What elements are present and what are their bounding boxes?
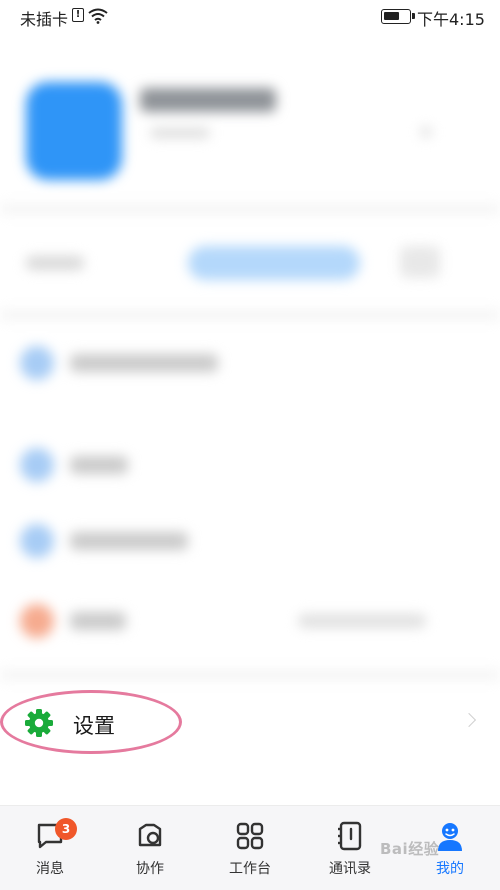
wifi-icon	[88, 8, 108, 24]
sim-alert-icon: !	[72, 8, 84, 22]
menu-item-icon	[20, 346, 54, 380]
carrier-text: 未插卡	[20, 10, 69, 29]
grid-icon	[236, 822, 264, 850]
blurred-profile-content	[0, 34, 500, 684]
user-subtitle-obscured	[150, 128, 210, 138]
tab-label: 工作台	[229, 861, 271, 877]
watermark: Bai经验	[380, 840, 440, 858]
status-pill-obscured[interactable]	[188, 246, 360, 280]
tab-workbench[interactable]: 工作台	[200, 806, 300, 890]
tab-label: 我的	[436, 861, 464, 877]
tab-label: 通讯录	[329, 861, 371, 877]
tab-label: 协作	[136, 861, 164, 877]
menu-item-label-obscured[interactable]	[70, 456, 128, 474]
user-name-obscured	[140, 88, 276, 112]
status-row-action-obscured[interactable]	[400, 246, 440, 278]
clock-text: 下午4:15	[417, 10, 485, 29]
menu-item-label-obscured[interactable]	[70, 532, 188, 550]
highlight-annotation	[0, 690, 182, 754]
chevron-right-icon	[461, 712, 477, 728]
menu-item-icon	[20, 524, 54, 558]
menu-item-value-obscured	[298, 614, 426, 628]
menu-item-label-obscured[interactable]	[70, 612, 126, 630]
tab-collaboration[interactable]: 协作	[100, 806, 200, 890]
contacts-book-icon	[338, 821, 362, 851]
section-divider	[0, 670, 500, 680]
tab-label: 消息	[36, 861, 64, 877]
battery-icon	[381, 9, 415, 24]
status-row-label-obscured	[26, 256, 84, 270]
collaboration-icon	[138, 823, 162, 847]
tab-messages[interactable]: 3 消息	[0, 806, 100, 890]
section-divider	[0, 204, 500, 214]
menu-item-icon	[20, 448, 54, 482]
section-divider	[0, 310, 500, 320]
profile-chevron-icon	[420, 126, 432, 138]
unread-badge: 3	[55, 818, 77, 840]
menu-item-label-obscured[interactable]	[70, 354, 218, 372]
status-bar: 未插卡 ! 下午4:15	[0, 0, 500, 34]
avatar[interactable]	[26, 82, 122, 180]
menu-item-icon	[20, 604, 54, 638]
